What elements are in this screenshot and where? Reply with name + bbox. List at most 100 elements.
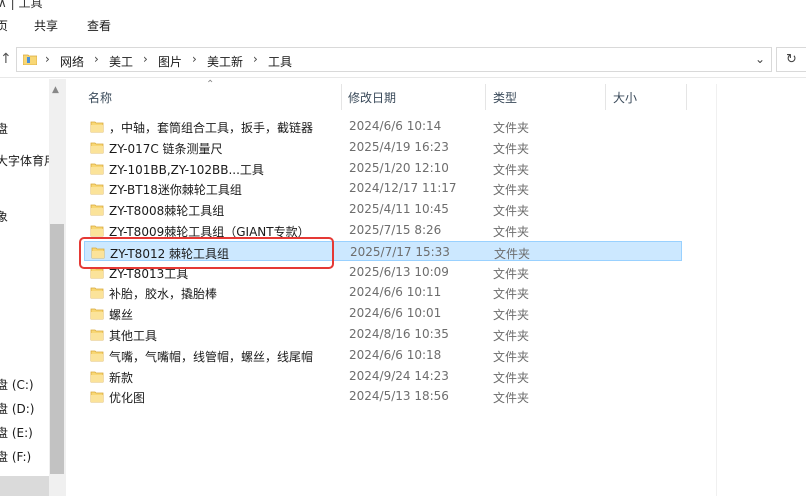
folder-icon — [90, 142, 104, 154]
nav-item-font[interactable]: 大字体育用 — [0, 152, 56, 169]
table-row[interactable]: 新款 2024/9/24 14:23 文件夹 — [84, 366, 682, 386]
folder-icon — [90, 225, 104, 237]
annotation-highlight-box — [79, 237, 334, 269]
table-row[interactable]: 补胎，胶水，撬胎棒 2024/6/6 10:11 文件夹 — [84, 282, 682, 302]
table-row[interactable]: 螺丝 2024/6/6 10:01 文件夹 — [84, 303, 682, 323]
file-date: 2024/5/13 18:56 — [349, 389, 449, 403]
nav-item-drive-d[interactable]: 盘 (D:) — [0, 400, 34, 417]
table-row[interactable]: ZY-T8008棘轮工具组 2025/4/11 10:45 文件夹 — [84, 199, 682, 219]
breadcrumb-separator: › — [45, 52, 50, 66]
file-type: 文件夹 — [493, 308, 530, 322]
file-type: 文件夹 — [493, 287, 530, 301]
file-type: 文件夹 — [493, 371, 530, 385]
column-header-size[interactable]: 大小 — [613, 89, 637, 106]
up-arrow-icon[interactable]: ↑ — [0, 50, 12, 68]
file-type: 文件夹 — [493, 267, 530, 281]
file-date: 2025/7/17 15:33 — [350, 245, 450, 259]
folder-icon — [90, 371, 104, 383]
file-name: 新款 — [109, 371, 134, 385]
breadcrumb-separator[interactable]: › — [94, 52, 99, 66]
file-date: 2025/4/11 10:45 — [349, 202, 449, 216]
folder-icon — [90, 287, 104, 299]
file-name: ZY-017C 链条测量尺 — [109, 142, 223, 156]
file-date: 2025/6/13 10:09 — [349, 265, 449, 279]
file-name: ZY-BT18迷你棘轮工具组 — [109, 183, 242, 197]
file-type: 文件夹 — [493, 121, 530, 135]
folder-icon — [90, 350, 104, 362]
breadcrumb-pictures[interactable]: 图片 — [158, 53, 182, 70]
breadcrumb-network[interactable]: 网络 — [60, 53, 84, 70]
file-date: 2024/6/6 10:11 — [349, 285, 442, 299]
table-row[interactable]: ，中轴，套筒组合工具，扳手，截链器 2024/6/6 10:14 文件夹 — [84, 116, 682, 136]
file-date: 2024/12/17 11:17 — [349, 181, 457, 195]
folder-icon — [90, 121, 104, 133]
table-row[interactable]: ZY-101BB,ZY-102BB...工具 2025/1/20 12:10 文件夹 — [84, 158, 682, 178]
nav-selected-item-bg — [0, 476, 49, 496]
table-row[interactable]: ZY-017C 链条测量尺 2025/4/19 16:23 文件夹 — [84, 137, 682, 157]
column-divider[interactable] — [341, 84, 342, 110]
view-edge — [716, 84, 717, 496]
file-name: 螺丝 — [109, 308, 134, 322]
window-title: ∧ | 工具 — [0, 0, 43, 10]
folder-icon — [90, 329, 104, 341]
file-date: 2025/7/15 8:26 — [349, 223, 442, 237]
navigation-pane: 盘 大字体育用 象 盘 (C:) 盘 (D:) 盘 (E:) 盘 (F:) ▲ — [0, 79, 66, 496]
nav-item-image[interactable]: 象 — [0, 208, 8, 225]
column-divider[interactable] — [605, 84, 606, 110]
column-header-modified[interactable]: 修改日期 — [348, 89, 396, 106]
file-date: 2024/6/6 10:01 — [349, 306, 442, 320]
file-type: 文件夹 — [493, 183, 530, 197]
file-name: ，中轴，套筒组合工具，扳手，截链器 — [109, 121, 314, 135]
chevron-down-icon[interactable]: ⌄ — [755, 52, 765, 66]
breadcrumb-meigongxin[interactable]: 美工新 — [207, 53, 243, 70]
column-divider[interactable] — [686, 84, 687, 110]
tab-view[interactable]: 查看 — [87, 17, 111, 34]
column-header-type[interactable]: 类型 — [493, 89, 517, 106]
table-row[interactable]: 其他工具 2024/8/16 10:35 文件夹 — [84, 324, 682, 344]
file-type: 文件夹 — [494, 247, 531, 261]
column-header-name[interactable]: 名称 — [88, 89, 112, 106]
table-row[interactable]: ZY-BT18迷你棘轮工具组 2024/12/17 11:17 文件夹 — [84, 178, 682, 198]
nav-scrollbar-thumb[interactable] — [50, 224, 64, 474]
file-type: 文件夹 — [493, 142, 530, 156]
file-type: 文件夹 — [493, 204, 530, 218]
tab-share[interactable]: 共享 — [34, 17, 58, 34]
file-type: 文件夹 — [493, 163, 530, 177]
tab-partial[interactable]: 页 — [0, 17, 8, 34]
nav-item-drive-f[interactable]: 盘 (F:) — [0, 448, 31, 465]
folder-icon — [23, 54, 37, 65]
breadcrumb-separator[interactable]: › — [143, 52, 148, 66]
breadcrumb-separator[interactable]: › — [253, 52, 258, 66]
nav-item-drive[interactable]: 盘 — [0, 120, 8, 137]
folder-icon — [90, 204, 104, 216]
breadcrumb-separator[interactable]: › — [192, 52, 197, 66]
file-date: 2024/6/6 10:14 — [349, 119, 442, 133]
file-name: 补胎，胶水，撬胎棒 — [109, 287, 218, 301]
file-date: 2025/4/19 16:23 — [349, 140, 449, 154]
sort-ascending-icon: ⌃ — [206, 79, 215, 90]
breadcrumb-tools[interactable]: 工具 — [268, 53, 292, 70]
file-type: 文件夹 — [493, 391, 530, 405]
scroll-up-icon[interactable]: ▲ — [52, 85, 59, 95]
file-type: 文件夹 — [493, 329, 530, 343]
table-row[interactable]: 气嘴，气嘴帽，线管帽，螺丝，线尾帽 2024/6/6 10:18 文件夹 — [84, 345, 682, 365]
file-date: 2024/6/6 10:18 — [349, 348, 442, 362]
folder-icon — [90, 163, 104, 175]
file-name: ZY-101BB,ZY-102BB...工具 — [109, 163, 264, 177]
refresh-icon[interactable]: ↻ — [776, 47, 806, 72]
table-row[interactable]: 优化图 2024/5/13 18:56 文件夹 — [84, 386, 682, 406]
column-divider[interactable] — [485, 84, 486, 110]
folder-icon — [90, 308, 104, 320]
file-date: 2024/8/16 10:35 — [349, 327, 449, 341]
file-name: 气嘴，气嘴帽，线管帽，螺丝，线尾帽 — [109, 350, 314, 364]
nav-item-drive-c[interactable]: 盘 (C:) — [0, 376, 34, 393]
nav-item-drive-e[interactable]: 盘 (E:) — [0, 424, 33, 441]
address-row: ↑ › 网络 › 美工 › 图片 › 美工新 › 工具 ⌄ ↻ — [0, 42, 806, 78]
address-bar[interactable]: › 网络 › 美工 › 图片 › 美工新 › 工具 ⌄ — [16, 47, 772, 72]
folder-icon — [90, 183, 104, 195]
file-date: 2025/1/20 12:10 — [349, 161, 449, 175]
file-name: 其他工具 — [109, 329, 158, 343]
breadcrumb-meigong[interactable]: 美工 — [109, 53, 133, 70]
file-date: 2024/9/24 14:23 — [349, 369, 449, 383]
file-name: 优化图 — [109, 391, 146, 405]
